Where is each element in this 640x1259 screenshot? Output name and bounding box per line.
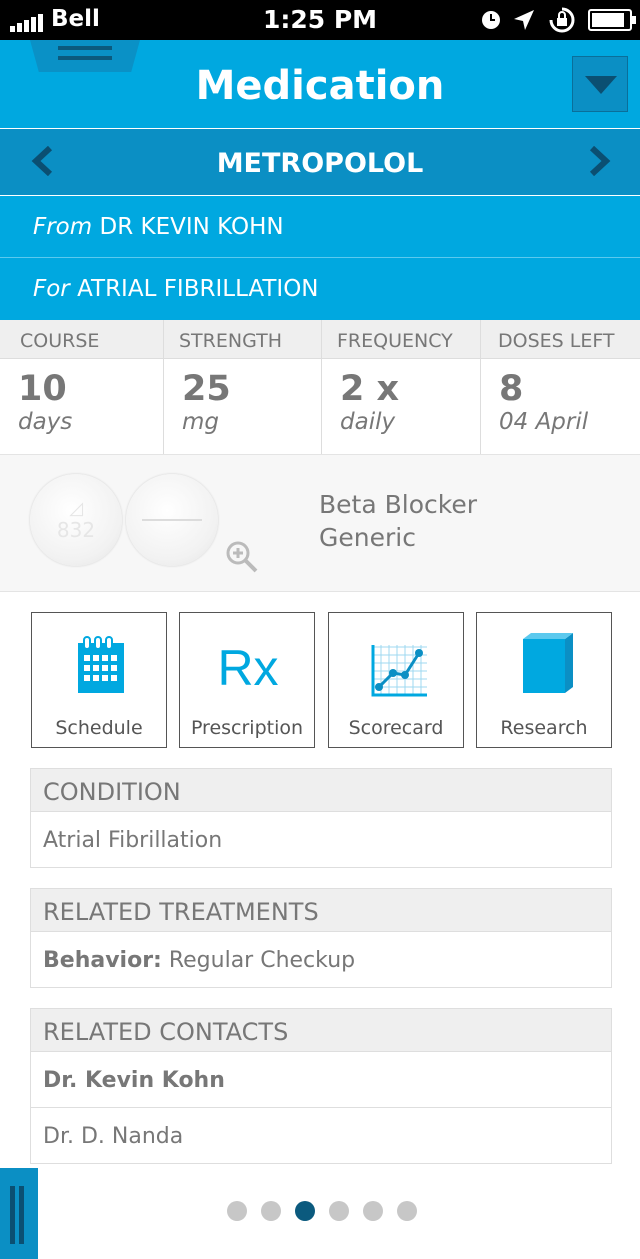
pill-logo: ◿ [69, 498, 83, 519]
prescription-button[interactable]: Rx Prescription [179, 612, 315, 748]
button-label: Research [500, 717, 588, 739]
location-icon [514, 10, 534, 30]
prescriber-prefix: From [33, 214, 93, 240]
drug-kind: Generic [319, 523, 416, 552]
page-indicator [227, 1201, 417, 1221]
page-dot[interactable] [397, 1201, 417, 1221]
stat-value: 25 [182, 369, 231, 409]
page-dot[interactable] [363, 1201, 383, 1221]
zoom-icon[interactable] [224, 540, 260, 574]
stat-label: DOSES LEFT [498, 330, 615, 352]
chevron-right-icon[interactable] [588, 146, 612, 176]
stat-strength: STRENGTH 25 mg [164, 320, 322, 454]
schedule-button[interactable]: Schedule [31, 612, 167, 748]
scorecard-button[interactable]: Scorecard [328, 612, 464, 748]
stat-doses-left: DOSES LEFT 8 04 April [481, 320, 640, 454]
treatment-item[interactable]: Behavior: Regular Checkup [31, 932, 611, 987]
stat-label: COURSE [20, 330, 100, 352]
prescriber-row[interactable]: From DR KEVIN KOHN [0, 196, 640, 258]
contact-item[interactable]: Dr. Kevin Kohn [31, 1052, 611, 1108]
dropdown-button[interactable] [572, 56, 628, 112]
stat-unit: 04 April [499, 409, 589, 435]
condition-item[interactable]: Atrial Fibrillation [31, 812, 611, 867]
status-bar: Bell 1:25 PM [0, 0, 640, 40]
pill-front-image[interactable]: ◿ 832 [30, 474, 122, 566]
app-header: Medication [0, 40, 640, 128]
button-label: Scorecard [348, 717, 444, 739]
svg-text:Rx: Rx [217, 643, 278, 693]
related-contacts-section: RELATED CONTACTS Dr. Kevin Kohn Dr. D. N… [30, 1008, 612, 1164]
alarm-icon [482, 11, 500, 29]
stat-value: 10 [18, 369, 67, 409]
rotation-lock-icon [549, 7, 575, 33]
page-dot[interactable] [329, 1201, 349, 1221]
stat-unit: daily [340, 409, 396, 435]
book-icon [523, 633, 573, 693]
page-dot[interactable] [261, 1201, 281, 1221]
stat-value: 8 [499, 369, 524, 409]
stat-unit: days [18, 409, 73, 435]
page-dot[interactable] [227, 1201, 247, 1221]
button-label: Schedule [55, 717, 143, 739]
indication-row[interactable]: For ATRIAL FIBRILLATION [0, 258, 640, 320]
calendar-icon [78, 636, 124, 693]
treatment-label: Behavior: [43, 948, 162, 973]
stat-frequency: FREQUENCY 2 x daily [322, 320, 481, 454]
condition-section: CONDITION Atrial Fibrillation [30, 768, 612, 868]
chart-icon [371, 645, 427, 697]
drug-class: Beta Blocker [319, 490, 477, 519]
button-label: Prescription [190, 717, 304, 739]
research-button[interactable]: Research [476, 612, 612, 748]
medication-name: METROPOLOL [216, 148, 424, 179]
section-heading: RELATED CONTACTS [31, 1009, 611, 1052]
pill-imprint: 832 [56, 518, 96, 542]
stat-unit: mg [182, 409, 220, 435]
pill-score-line [142, 519, 202, 521]
indication-name: ATRIAL FIBRILLATION [77, 276, 319, 302]
treatment-value: Regular Checkup [168, 948, 356, 973]
medication-navigator: METROPOLOL [0, 129, 640, 195]
section-heading: CONDITION [31, 769, 611, 812]
stat-value: 2 x [340, 369, 400, 409]
related-treatments-section: RELATED TREATMENTS Behavior: Regular Che… [30, 888, 612, 988]
pill-back-image[interactable] [126, 474, 218, 566]
page-title: Medication [195, 63, 445, 109]
rx-icon: Rx [217, 643, 278, 693]
stat-label: FREQUENCY [337, 330, 453, 352]
indication-prefix: For [33, 276, 70, 302]
dosage-stats: COURSE 10 days STRENGTH 25 mg FREQUENCY … [0, 320, 640, 454]
stat-course: COURSE 10 days [0, 320, 164, 454]
prescriber-name: DR KEVIN KOHN [99, 214, 284, 240]
section-heading: RELATED TREATMENTS [31, 889, 611, 932]
pill-description: Beta Blocker Generic [319, 488, 477, 554]
page-dot-active[interactable] [295, 1201, 315, 1221]
stat-label: STRENGTH [179, 330, 283, 352]
battery-icon [588, 9, 636, 31]
contact-item[interactable]: Dr. D. Nanda [31, 1108, 611, 1163]
drawer-handle[interactable] [0, 1168, 38, 1259]
